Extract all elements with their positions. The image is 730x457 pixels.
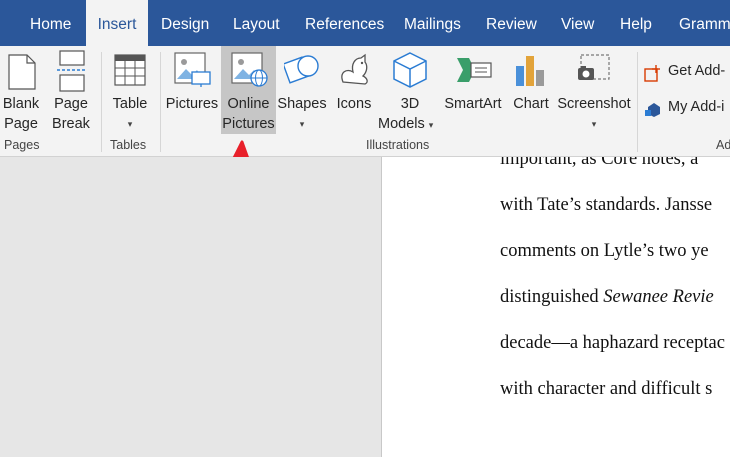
get-addins-icon xyxy=(644,65,660,82)
tab-design[interactable]: Design xyxy=(161,0,209,46)
table-icon xyxy=(114,54,146,86)
get-addins-label: Get Add- xyxy=(668,63,726,79)
pictures-label: Pictures xyxy=(165,96,219,112)
document-line: with character and difficult s xyxy=(500,379,713,399)
document-italic-text: Sewanee Revie xyxy=(603,287,714,307)
group-separator xyxy=(101,52,102,152)
online-pictures-button[interactable]: Online Pictures xyxy=(221,46,276,134)
group-label-addins: Ad xyxy=(716,138,730,152)
group-separator xyxy=(160,52,161,152)
chart-button[interactable]: Chart xyxy=(508,46,554,134)
page-break-label-2: Break xyxy=(52,116,90,132)
tab-home[interactable]: Home xyxy=(30,0,71,46)
online-pictures-label-2: Pictures xyxy=(222,116,275,132)
page-break-label-1: Page xyxy=(54,96,88,112)
tab-review[interactable]: Review xyxy=(486,0,537,46)
screenshot-button[interactable]: Screenshot ▾ xyxy=(557,46,631,134)
cube-icon xyxy=(393,52,427,88)
online-pictures-label-1: Online xyxy=(227,96,270,112)
chart-label: Chart xyxy=(513,96,549,112)
smartart-icon xyxy=(457,58,492,82)
document-line: important, as Core notes, a xyxy=(500,157,699,169)
my-addins-icon xyxy=(645,103,660,117)
tab-help[interactable]: Help xyxy=(620,0,652,46)
screenshot-icon xyxy=(578,54,610,80)
group-separator xyxy=(637,52,638,152)
my-addins-label: My Add-i xyxy=(668,99,725,115)
chevron-down-icon: ▾ xyxy=(127,119,133,129)
chevron-down-icon: ▾ xyxy=(428,120,434,130)
picture-icon xyxy=(174,52,211,87)
icons-label: Icons xyxy=(336,96,372,112)
document-line: distinguished Sewanee Revie xyxy=(500,287,714,308)
group-label-pages: Pages xyxy=(4,138,40,152)
blank-page-button[interactable]: Blank Page xyxy=(0,46,42,134)
chevron-down-icon: ▾ xyxy=(299,119,305,129)
3d-models-label-1: 3D xyxy=(400,96,420,112)
screenshot-label: Screenshot xyxy=(557,96,631,112)
group-label-tables: Tables xyxy=(110,138,147,152)
table-button[interactable]: Table ▾ xyxy=(106,46,154,134)
tab-grammarly[interactable]: Gramm xyxy=(679,0,730,46)
tab-references[interactable]: References xyxy=(305,0,384,46)
document-text: distinguished xyxy=(500,287,604,307)
3d-models-label-2: Models xyxy=(378,116,425,132)
shapes-icon xyxy=(284,55,319,84)
cat-icon xyxy=(341,53,368,85)
document-line: with Tate’s standards. Jansse xyxy=(500,195,713,215)
document-line: comments on Lytle’s two ye xyxy=(500,241,709,261)
ribbon-tab-bar: Home Insert Design Layout References Mai… xyxy=(0,0,730,46)
page-break-button[interactable]: Page Break xyxy=(48,46,94,134)
document-line: decade—a haphazard receptac xyxy=(500,333,725,353)
blank-page-label-1: Blank xyxy=(2,96,40,112)
tab-mailings[interactable]: Mailings xyxy=(404,0,461,46)
document-gutter xyxy=(0,157,381,457)
group-label-illustrations: Illustrations xyxy=(366,138,430,152)
chevron-down-icon: ▾ xyxy=(591,119,597,129)
insert-ribbon: Blank Page Page Break Pages Table ▾ Tabl… xyxy=(0,46,730,157)
blank-page-icon xyxy=(8,54,36,90)
smartart-label: SmartArt xyxy=(444,96,502,112)
shapes-button[interactable]: Shapes ▾ xyxy=(277,46,327,134)
document-page[interactable]: important, as Core notes, a with Tate’s … xyxy=(381,157,730,457)
bar-chart-icon xyxy=(516,56,544,86)
tab-insert[interactable]: Insert xyxy=(86,0,148,46)
tab-layout[interactable]: Layout xyxy=(233,0,280,46)
icons-button[interactable]: Icons xyxy=(331,46,377,134)
blank-page-label-2: Page xyxy=(4,116,38,132)
online-picture-icon xyxy=(231,52,268,87)
pictures-button[interactable]: Pictures xyxy=(164,46,220,134)
3d-models-button[interactable]: 3D Models ▾ xyxy=(378,46,440,134)
tab-view[interactable]: View xyxy=(561,0,594,46)
page-break-icon xyxy=(57,50,87,92)
shapes-label: Shapes xyxy=(277,96,327,112)
smartart-button[interactable]: SmartArt xyxy=(441,46,505,134)
table-label: Table xyxy=(112,96,148,112)
